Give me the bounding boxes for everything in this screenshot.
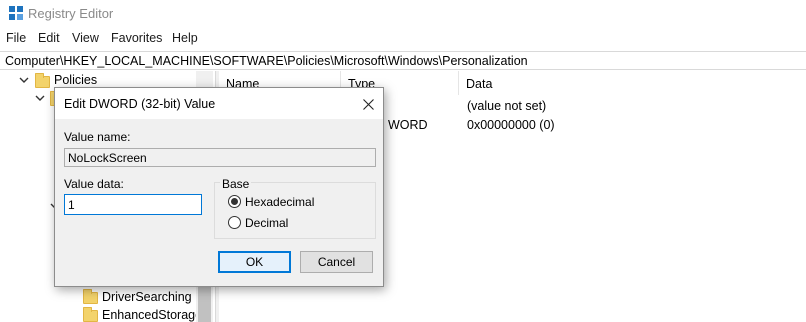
chevron-down-icon[interactable]: [19, 75, 29, 85]
tree-item-label: DriverSearching: [102, 290, 192, 304]
window-title: Registry Editor: [28, 6, 114, 21]
tree-item-enhancedstorage[interactable]: EnhancedStorageI: [0, 306, 206, 322]
title-bar: Registry Editor: [0, 0, 806, 28]
registry-editor-icon: [9, 6, 23, 20]
menu-edit[interactable]: Edit: [38, 31, 60, 45]
tree-item-driversearching[interactable]: DriverSearching: [0, 288, 196, 306]
hexadecimal-radio[interactable]: [228, 195, 241, 208]
hexadecimal-label[interactable]: Hexadecimal: [245, 195, 314, 209]
decimal-label[interactable]: Decimal: [245, 216, 288, 230]
base-label: Base: [220, 177, 252, 191]
tree-item-label: EnhancedStorageI: [102, 308, 206, 322]
value-data-label: Value data:: [64, 177, 124, 191]
value-data-cell[interactable]: 0x00000000 (0): [467, 118, 555, 132]
column-header-data[interactable]: Data: [459, 71, 806, 95]
folder-icon: [83, 289, 98, 304]
close-icon[interactable]: [353, 90, 383, 118]
scrollbar-thumb[interactable]: [198, 283, 211, 322]
folder-icon: [83, 307, 98, 322]
edit-dword-dialog: Edit DWORD (32-bit) Value Value name: No…: [54, 87, 384, 287]
value-name-field: NoLockScreen: [64, 148, 376, 167]
menu-bar: File Edit View Favorites Help: [0, 30, 806, 48]
ok-button[interactable]: OK: [218, 251, 291, 273]
value-type-cell[interactable]: WORD: [388, 118, 428, 132]
folder-icon: [35, 73, 50, 88]
value-data-cell[interactable]: (value not set): [467, 99, 546, 113]
decimal-radio[interactable]: [228, 216, 241, 229]
chevron-down-icon[interactable]: [35, 93, 45, 103]
menu-view[interactable]: View: [72, 31, 99, 45]
value-name-label: Value name:: [64, 130, 131, 144]
address-path[interactable]: Computer\HKEY_LOCAL_MACHINE\SOFTWARE\Pol…: [5, 54, 528, 68]
address-bar[interactable]: Computer\HKEY_LOCAL_MACHINE\SOFTWARE\Pol…: [0, 51, 806, 70]
menu-file[interactable]: File: [6, 31, 26, 45]
dialog-title: Edit DWORD (32-bit) Value: [64, 97, 216, 111]
value-data-input[interactable]: [64, 194, 202, 215]
dialog-title-bar[interactable]: Edit DWORD (32-bit) Value: [55, 88, 383, 119]
menu-favorites[interactable]: Favorites: [111, 31, 162, 45]
menu-help[interactable]: Help: [172, 31, 198, 45]
tree-item-label: Policies: [54, 73, 98, 87]
cancel-button[interactable]: Cancel: [300, 251, 373, 273]
